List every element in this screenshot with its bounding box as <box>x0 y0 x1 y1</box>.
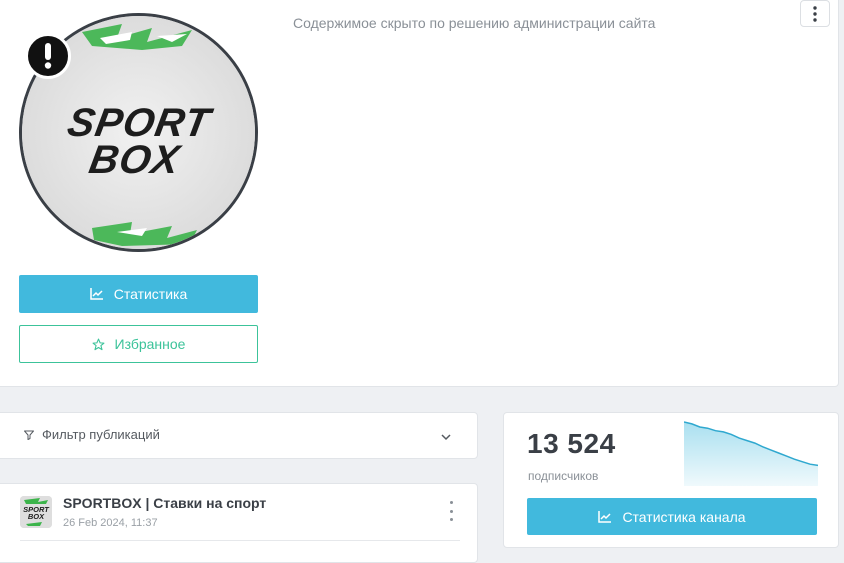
statistics-button[interactable]: Статистика <box>19 275 258 313</box>
post-channel-title[interactable]: SPORTBOX | Ставки на спорт <box>63 495 266 511</box>
filter-icon <box>24 430 34 440</box>
sparkline-area <box>684 422 818 486</box>
filter-label: Фильтр публикаций <box>42 427 160 442</box>
star-icon <box>92 338 104 350</box>
channel-statistics-button[interactable]: Статистика канала <box>527 498 817 535</box>
post-more-button[interactable] <box>444 501 458 521</box>
hidden-content-notice: Содержимое скрыто по решению администрац… <box>293 15 656 31</box>
sportbox-thumb-image: SPORT BOX <box>20 496 52 528</box>
favorites-button[interactable]: Избранное <box>19 325 258 363</box>
chevron-down-icon <box>441 434 451 441</box>
more-vertical-icon <box>813 5 817 22</box>
dot <box>449 509 453 513</box>
svg-text:BOX: BOX <box>86 137 185 182</box>
statistics-button-label: Статистика <box>113 286 188 302</box>
subscriber-label: подписчиков <box>528 469 599 483</box>
line-chart-icon <box>598 510 612 523</box>
filter-toggle[interactable] <box>441 428 451 446</box>
publication-filter-label-row: Фильтр публикаций <box>23 427 160 442</box>
favorites-button-label: Избранное <box>114 336 186 352</box>
post-author-avatar[interactable]: SPORT BOX <box>20 496 52 528</box>
line-chart-icon <box>89 288 103 300</box>
dot <box>449 518 453 521</box>
svg-text:BOX: BOX <box>28 512 45 521</box>
post-date: 26 Feb 2024, 11:37 <box>63 517 158 529</box>
dot <box>449 501 453 504</box>
exclamation-icon <box>44 43 52 69</box>
more-options-button[interactable] <box>800 0 830 27</box>
divider <box>20 540 460 541</box>
channel-avatar: SPORT BOX <box>19 13 258 252</box>
subscriber-trend-sparkline <box>684 421 818 486</box>
warning-badge <box>25 33 71 79</box>
channel-statistics-button-label: Статистика канала <box>622 508 746 525</box>
subscriber-count: 13 524 <box>527 428 616 459</box>
